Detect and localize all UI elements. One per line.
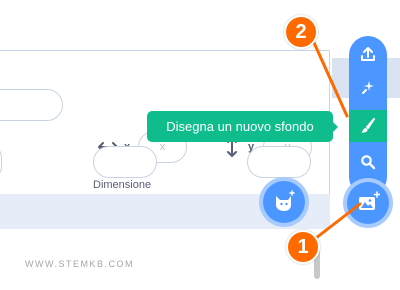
callout-2-pointer bbox=[309, 34, 349, 118]
callout-1-pointer bbox=[314, 202, 362, 240]
callout-1: 1 bbox=[286, 230, 320, 264]
watermark: WWW.STEMKB.COM bbox=[25, 259, 134, 269]
callout-2: 2 bbox=[284, 15, 318, 49]
callout-pointers bbox=[309, 34, 362, 240]
